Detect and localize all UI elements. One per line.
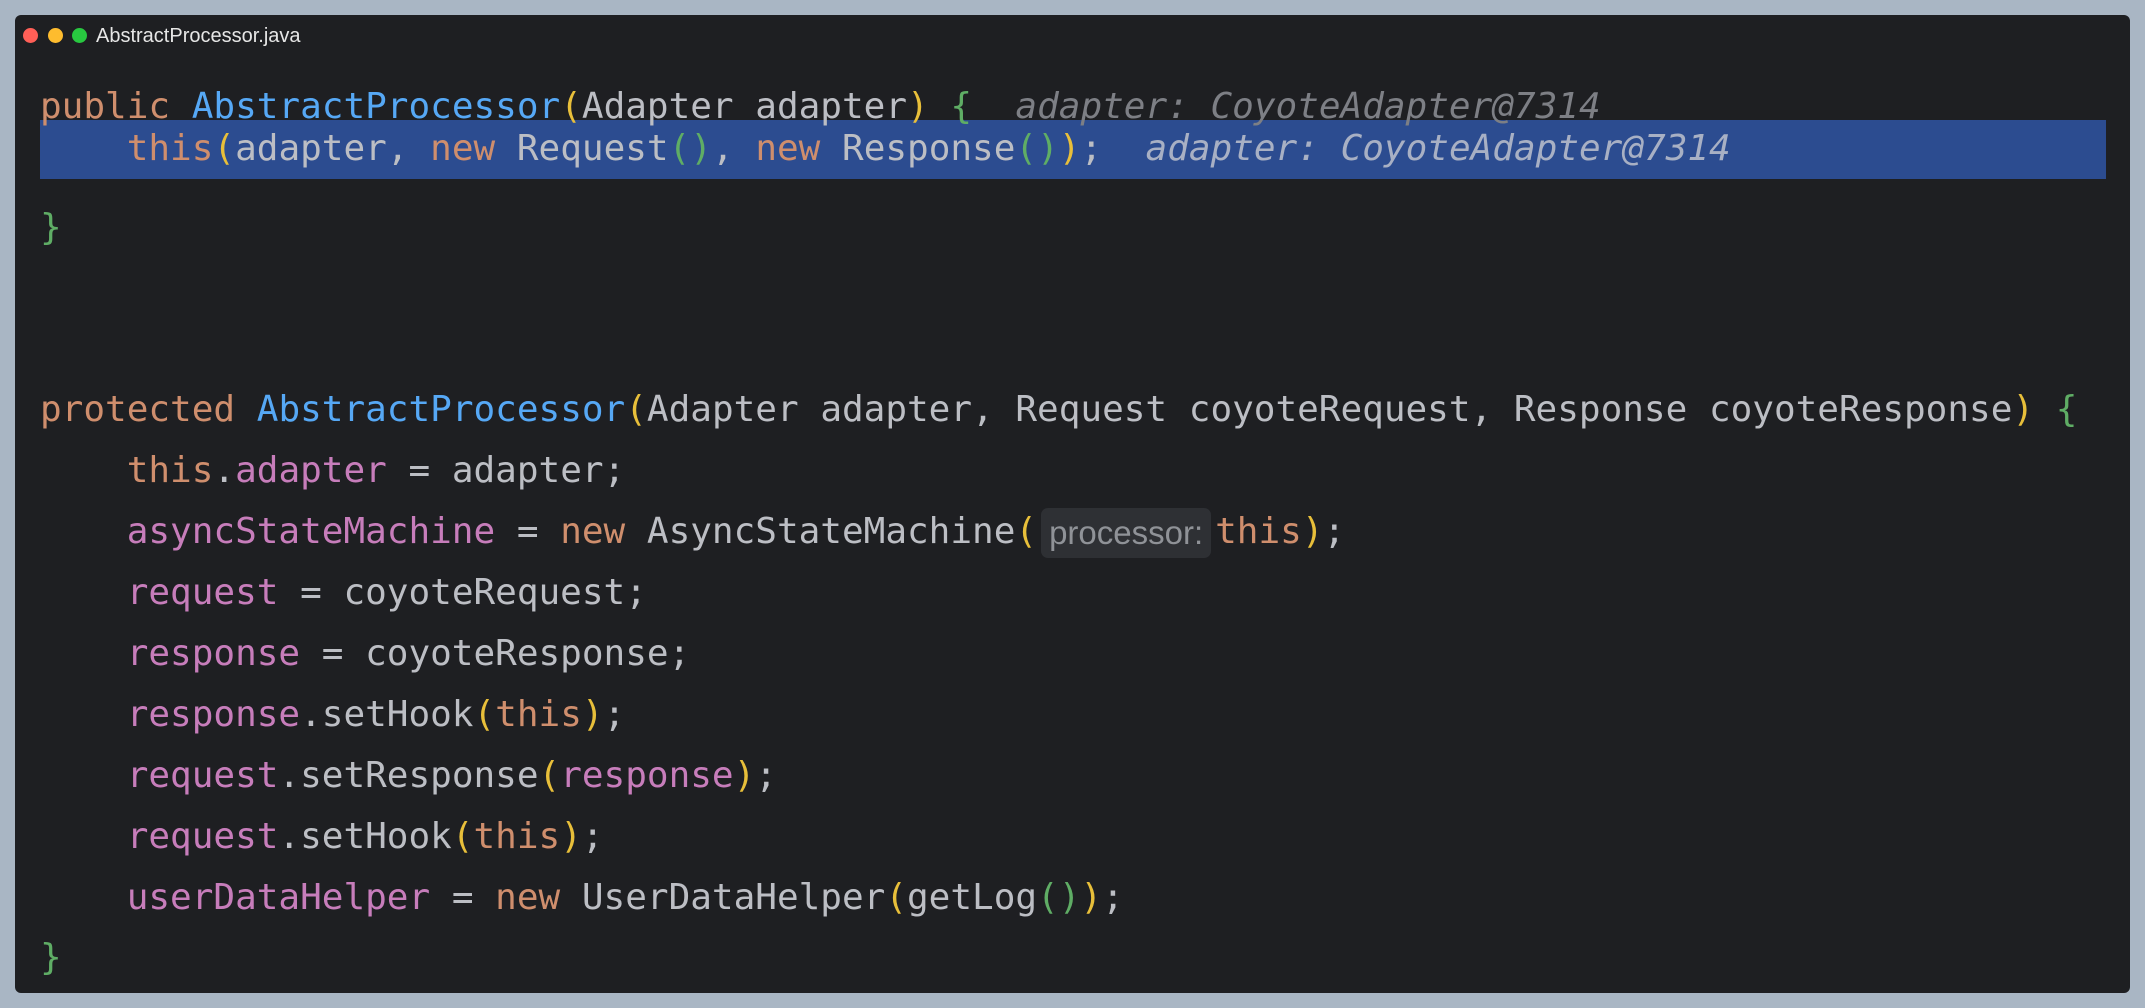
field-name: response [126, 633, 301, 674]
method-call: .setResponse [278, 755, 539, 796]
keyword-protected: protected [40, 389, 236, 430]
field-name: adapter [235, 450, 387, 491]
keyword-new: new [755, 128, 821, 169]
parameter-name-inlay-hint[interactable]: processor: [1041, 508, 1212, 558]
argument-field: response [560, 755, 734, 796]
code-line-13[interactable]: } [40, 928, 62, 988]
code-line-11[interactable]: request.setHook(this); [40, 807, 604, 867]
code-line-3[interactable]: } [40, 198, 62, 258]
field-name: request [126, 816, 279, 857]
code-line-7[interactable]: request = coyoteRequest; [40, 563, 647, 623]
paren-close: ) [581, 694, 604, 735]
code-line-9[interactable]: response.setHook(this); [40, 685, 626, 745]
paren-close: ) [1058, 128, 1081, 169]
dot: . [213, 450, 236, 491]
type-name: UserDataHelper [560, 877, 886, 918]
keyword-new: new [560, 511, 626, 552]
paren-close: ) [2012, 389, 2035, 430]
paren-open: ( [213, 128, 236, 169]
code-line-2-execution-point[interactable]: this(adapter, new Request(), new Respons… [40, 120, 1731, 178]
keyword-this: this [1215, 511, 1302, 552]
parameter-list: Adapter adapter, Request coyoteRequest, … [646, 389, 2013, 430]
field-name: userDataHelper [126, 877, 431, 918]
paren-open: ( [885, 877, 907, 918]
semicolon: ; [1080, 128, 1103, 169]
keyword-this: this [495, 694, 582, 735]
assign: = [430, 877, 496, 918]
statement-rest: = coyoteRequest; [278, 572, 647, 613]
brace-close: } [40, 207, 62, 248]
paren-open: ( [1015, 511, 1038, 552]
paren-close: ) [560, 816, 582, 857]
type-name: Response [820, 128, 1016, 169]
code-line-4[interactable]: protected AbstractProcessor(Adapter adap… [40, 380, 2077, 440]
paren-open: ( [473, 694, 496, 735]
code-line-10[interactable]: request.setResponse(response); [40, 746, 777, 806]
field-name: request [126, 755, 279, 796]
paren-open: ( [625, 389, 647, 430]
call-parens: () [1015, 128, 1059, 169]
call-parens: () [668, 128, 712, 169]
statement-rest: = coyoteResponse; [300, 633, 691, 674]
semicolon: ; [603, 694, 626, 735]
code-line-5[interactable]: this.adapter = adapter; [40, 441, 626, 501]
constructor-name: AbstractProcessor [256, 389, 626, 430]
field-name: response [126, 694, 301, 735]
code-line-12[interactable]: userDataHelper = new UserDataHelper(getL… [40, 868, 1124, 928]
code-editor[interactable]: public AbstractProcessor(Adapter adapter… [15, 15, 2130, 993]
brace-open: { [2055, 389, 2078, 430]
debug-value-hint: adapter: CoyoteAdapter@7314 [1145, 128, 1731, 169]
assign: = [495, 511, 561, 552]
semicolon: ; [581, 816, 604, 857]
call-parens: () [1037, 877, 1081, 918]
semicolon: ; [755, 755, 777, 796]
argument: adapter, [235, 128, 431, 169]
type-name: AsyncStateMachine [625, 511, 1016, 552]
statement-rest: = adapter; [386, 450, 626, 491]
code-line-6[interactable]: asyncStateMachine = new AsyncStateMachin… [40, 502, 1345, 562]
paren-close: ) [733, 755, 756, 796]
method-call: getLog [907, 877, 1038, 918]
paren-open: ( [538, 755, 561, 796]
brace-close: } [40, 937, 62, 978]
separator: , [711, 128, 756, 169]
paren-open: ( [451, 816, 474, 857]
method-call: .setHook [300, 694, 474, 735]
field-name: request [126, 572, 279, 613]
keyword-new: new [495, 877, 561, 918]
keyword-new: new [430, 128, 496, 169]
code-line-8[interactable]: response = coyoteResponse; [40, 624, 691, 684]
paren-close: ) [1301, 511, 1324, 552]
method-call: .setHook [278, 816, 452, 857]
field-name: asyncStateMachine [126, 511, 496, 552]
keyword-this: this [126, 450, 214, 491]
semicolon: ; [1102, 877, 1124, 918]
paren-close: ) [1080, 877, 1103, 918]
type-name: Request [495, 128, 669, 169]
keyword-this: this [126, 128, 214, 169]
keyword-this: this [473, 816, 561, 857]
semicolon: ; [1323, 511, 1346, 552]
editor-window: AbstractProcessor.java public AbstractPr… [15, 15, 2130, 993]
